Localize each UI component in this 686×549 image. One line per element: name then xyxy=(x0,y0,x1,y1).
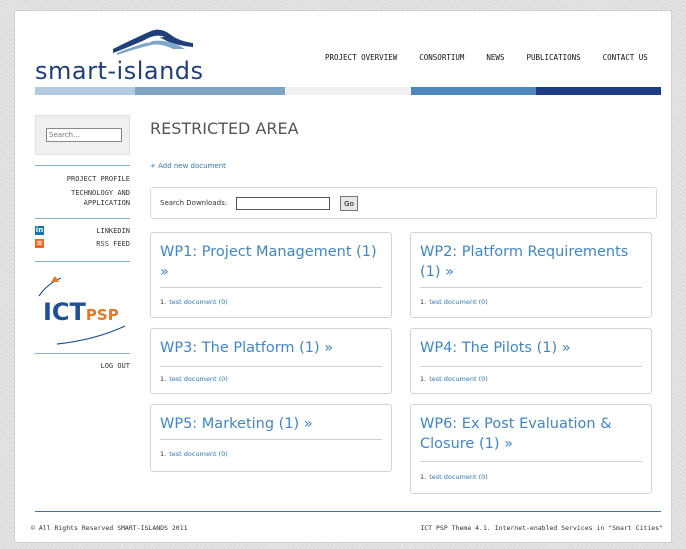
card-divider xyxy=(160,287,382,288)
sidebar-search-input[interactable] xyxy=(46,128,122,142)
doc-number: 1. xyxy=(420,298,427,306)
card-divider xyxy=(420,461,642,462)
page-title: RESTRICTED AREA xyxy=(150,119,299,138)
page-container: smart-islands PROJECT OVERVIEW CONSORTIU… xyxy=(14,10,672,543)
logo-text: smart-islands xyxy=(35,57,204,85)
doc-number: 1. xyxy=(420,375,427,383)
mountain-logo-icon xyxy=(113,29,193,55)
sidebar-search-box xyxy=(35,115,130,155)
sidebar-divider xyxy=(35,353,130,354)
header-color-bar xyxy=(35,87,661,95)
sidebar-link-project-profile[interactable]: PROJECT PROFILE xyxy=(35,174,130,184)
doc-link[interactable]: test document (0) xyxy=(169,450,228,458)
card-doc-item: 1. test document (0) xyxy=(420,298,488,306)
wp-card: WP2: Platform Requirements (1) » 1. test … xyxy=(410,232,652,318)
sidebar-divider xyxy=(35,165,130,166)
doc-number: 1. xyxy=(160,375,167,383)
wp-card: WP5: Marketing (1) » 1. test document (0) xyxy=(150,404,392,472)
ict-psp-logo[interactable]: ICTPSP xyxy=(35,270,130,348)
ict-psp-text: ICTPSP xyxy=(43,298,119,326)
add-new-document-link[interactable]: + Add new document xyxy=(150,162,226,170)
doc-link[interactable]: test document (0) xyxy=(429,375,488,383)
sidebar-link-technology[interactable]: TECHNOLOGY AND APPLICATION xyxy=(52,188,130,208)
color-segment xyxy=(411,87,536,95)
wp-card: WP4: The Pilots (1) » 1. test document (0… xyxy=(410,328,652,394)
card-doc-item: 1. test document (0) xyxy=(420,375,488,383)
search-downloads-input[interactable] xyxy=(236,197,330,210)
nav-publications[interactable]: PUBLICATIONS xyxy=(526,53,580,62)
doc-number: 1. xyxy=(420,473,427,481)
logout-link[interactable]: LOG OUT xyxy=(35,361,130,371)
sidebar-divider xyxy=(35,261,130,262)
ict-text-sub: PSP xyxy=(85,306,119,324)
card-doc-item: 1. test document (0) xyxy=(160,375,228,383)
wp-card-title[interactable]: WP5: Marketing (1) » xyxy=(160,414,385,434)
color-segment xyxy=(35,87,135,95)
wp-card: WP1: Project Management (1) » 1. test doc… xyxy=(150,232,392,318)
doc-link[interactable]: test document (0) xyxy=(429,473,488,481)
wp-card-title[interactable]: WP1: Project Management (1) » xyxy=(160,242,385,282)
footer-theme: ICT PSP Theme 4.1. Internet-enabled Serv… xyxy=(420,524,663,532)
doc-link[interactable]: test document (0) xyxy=(169,298,228,306)
search-downloads-label: Search Downloads: xyxy=(160,199,228,207)
rss-feed-label: RSS FEED xyxy=(96,240,130,248)
card-doc-item: 1. test document (0) xyxy=(420,473,488,481)
card-divider xyxy=(160,366,382,367)
card-divider xyxy=(420,366,642,367)
footer-divider xyxy=(35,511,661,512)
sidebar-divider xyxy=(35,218,130,219)
card-doc-item: 1. test document (0) xyxy=(160,450,228,458)
wp-card: WP3: The Platform (1) » 1. test document … xyxy=(150,328,392,394)
footer-copyright: © All Rights Reserved SMART-ISLANDS 2011 xyxy=(31,524,188,532)
linkedin-link[interactable]: in LINKEDIN xyxy=(35,226,130,237)
wp-card-title[interactable]: WP4: The Pilots (1) » xyxy=(420,338,645,358)
doc-number: 1. xyxy=(160,450,167,458)
wp-card-title[interactable]: WP2: Platform Requirements (1) » xyxy=(420,242,645,282)
ict-text-main: ICT xyxy=(43,298,86,326)
nav-news[interactable]: NEWS xyxy=(486,53,504,62)
card-divider xyxy=(160,439,382,440)
search-downloads-box: Search Downloads: Go xyxy=(150,187,657,219)
doc-number: 1. xyxy=(160,298,167,306)
site-logo[interactable]: smart-islands xyxy=(35,27,225,89)
color-segment xyxy=(536,87,661,95)
nav-contact-us[interactable]: CONTACT US xyxy=(603,53,648,62)
main-nav: PROJECT OVERVIEW CONSORTIUM NEWS PUBLICA… xyxy=(325,53,648,62)
nav-consortium[interactable]: CONSORTIUM xyxy=(419,53,464,62)
wp-card: WP6: Ex Post Evaluation & Closure (1) » … xyxy=(410,404,652,494)
color-segment xyxy=(135,87,285,95)
color-segment xyxy=(285,87,411,95)
card-divider xyxy=(420,287,642,288)
linkedin-label: LINKEDIN xyxy=(96,227,130,235)
rss-feed-link[interactable]: ≋ RSS FEED xyxy=(35,239,130,250)
rss-icon: ≋ xyxy=(35,239,44,248)
search-go-button[interactable]: Go xyxy=(340,196,358,211)
wp-card-title[interactable]: WP3: The Platform (1) » xyxy=(160,338,385,358)
linkedin-icon: in xyxy=(35,226,44,235)
doc-link[interactable]: test document (0) xyxy=(169,375,228,383)
card-doc-item: 1. test document (0) xyxy=(160,298,228,306)
doc-link[interactable]: test document (0) xyxy=(429,298,488,306)
wp-card-title[interactable]: WP6: Ex Post Evaluation & Closure (1) » xyxy=(420,414,645,454)
nav-project-overview[interactable]: PROJECT OVERVIEW xyxy=(325,53,397,62)
